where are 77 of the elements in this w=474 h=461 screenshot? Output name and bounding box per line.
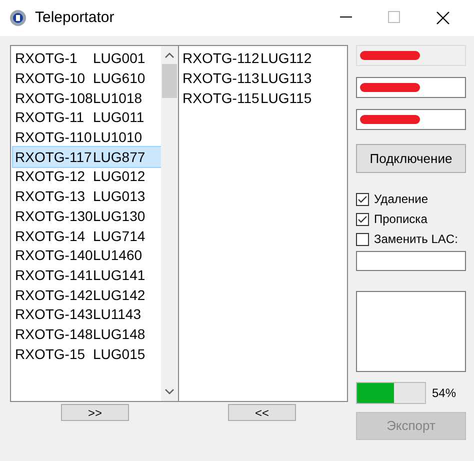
item-name: RXOTG-115 xyxy=(182,88,260,108)
item-code: LUG877 xyxy=(93,148,146,167)
checkbox[interactable] xyxy=(356,212,369,226)
item-name: RXOTG-108 xyxy=(14,88,93,108)
list-item[interactable]: RXOTG-11 LUG011 xyxy=(13,108,160,128)
checkbox[interactable] xyxy=(356,232,369,246)
item-name: RXOTG-12 xyxy=(14,167,86,186)
text-field[interactable] xyxy=(356,77,466,98)
item-name: RXOTG-112 xyxy=(182,49,260,68)
scroll-thumb[interactable] xyxy=(162,64,176,98)
checkbox-label: Прописка xyxy=(374,211,428,228)
list-item[interactable]: RXOTG-130LUG130 xyxy=(13,206,160,226)
item-name: RXOTG-130 xyxy=(14,206,93,226)
item-name: RXOTG-110 xyxy=(14,128,93,148)
list-item[interactable]: RXOTG-141LUG141 xyxy=(13,266,160,286)
checkbox-label: Удаление xyxy=(374,191,428,208)
list-item[interactable]: RXOTG-14 LUG714 xyxy=(13,226,160,246)
close-icon[interactable] xyxy=(436,11,450,25)
list-item[interactable]: RXOTG-110LU1010 xyxy=(13,128,160,148)
list-item[interactable]: RXOTG-113LUG113 xyxy=(180,68,347,88)
item-code: LUG115 xyxy=(260,88,312,108)
item-name: RXOTG-117 xyxy=(14,148,93,167)
lac-input[interactable] xyxy=(356,251,466,271)
item-code: LUG714 xyxy=(93,226,146,246)
scrollbar[interactable] xyxy=(160,46,178,401)
item-code: LUG001 xyxy=(93,49,146,68)
list-item[interactable]: RXOTG-13 LUG013 xyxy=(13,186,160,206)
item-code: LUG011 xyxy=(93,108,144,128)
item-name: RXOTG-10 xyxy=(14,69,86,88)
checkbox-label: Заменить LAC: xyxy=(374,231,458,248)
list-item[interactable]: RXOTG-15 LUG015 xyxy=(13,344,160,364)
list-item[interactable]: RXOTG-12 LUG012 xyxy=(13,167,160,187)
move-left-button[interactable]: << xyxy=(228,404,296,421)
list-item[interactable]: RXOTG-115LUG115 xyxy=(180,88,347,108)
list-item[interactable]: RXOTG-148LUG148 xyxy=(13,324,160,344)
app-icon xyxy=(9,9,27,27)
connect-button[interactable]: Подключение xyxy=(356,144,466,173)
item-name: RXOTG-1 xyxy=(14,49,78,68)
item-name: RXOTG-15 xyxy=(14,344,86,364)
list-item[interactable]: RXOTG-112LUG112 xyxy=(180,49,347,69)
text-field[interactable] xyxy=(356,109,466,130)
item-name: RXOTG-148 xyxy=(14,324,93,344)
list-item[interactable]: RXOTG-140LU1460 xyxy=(13,246,160,266)
item-name: RXOTG-14 xyxy=(14,226,86,246)
scroll-down-icon[interactable] xyxy=(164,389,174,395)
item-code: LUG013 xyxy=(93,187,146,206)
item-name: RXOTG-11 xyxy=(14,108,85,128)
item-code: LUG141 xyxy=(93,266,146,285)
item-code: LUG112 xyxy=(260,49,312,68)
item-code: LUG012 xyxy=(93,167,146,186)
list-item[interactable]: RXOTG-108LU1018 xyxy=(13,88,160,108)
item-code: LU1018 xyxy=(93,88,142,108)
list-item[interactable]: RXOTG-117LUG877 xyxy=(13,147,160,168)
item-code: LUG015 xyxy=(93,344,146,364)
item-name: RXOTG-113 xyxy=(182,69,260,88)
item-name: RXOTG-141 xyxy=(14,266,93,285)
item-code: LUG113 xyxy=(260,69,312,88)
item-code: LUG610 xyxy=(93,69,146,88)
window-title: Teleportator xyxy=(35,8,114,28)
item-name: RXOTG-142 xyxy=(14,286,93,305)
item-name: RXOTG-13 xyxy=(14,187,86,206)
item-name: RXOTG-140 xyxy=(14,246,93,266)
move-right-button[interactable]: >> xyxy=(61,404,129,421)
list-item[interactable]: RXOTG-142LUG142 xyxy=(13,285,160,305)
list-item[interactable]: RXOTG-1 LUG001 xyxy=(13,49,160,69)
item-code: LU1460 xyxy=(93,246,142,266)
item-code: LU1143 xyxy=(93,305,142,324)
item-code: LUG130 xyxy=(93,206,146,226)
scroll-up-icon[interactable] xyxy=(164,52,174,58)
checkbox[interactable] xyxy=(356,192,369,206)
item-code: LUG142 xyxy=(93,286,146,305)
list-item[interactable]: RXOTG-143LU1143 xyxy=(13,304,160,325)
item-name: RXOTG-143 xyxy=(14,305,93,324)
progress-percent: 54% xyxy=(432,385,456,402)
list-item[interactable]: RXOTG-10 LUG610 xyxy=(13,68,160,88)
item-code: LU1010 xyxy=(93,128,142,148)
item-code: LUG148 xyxy=(93,324,146,344)
